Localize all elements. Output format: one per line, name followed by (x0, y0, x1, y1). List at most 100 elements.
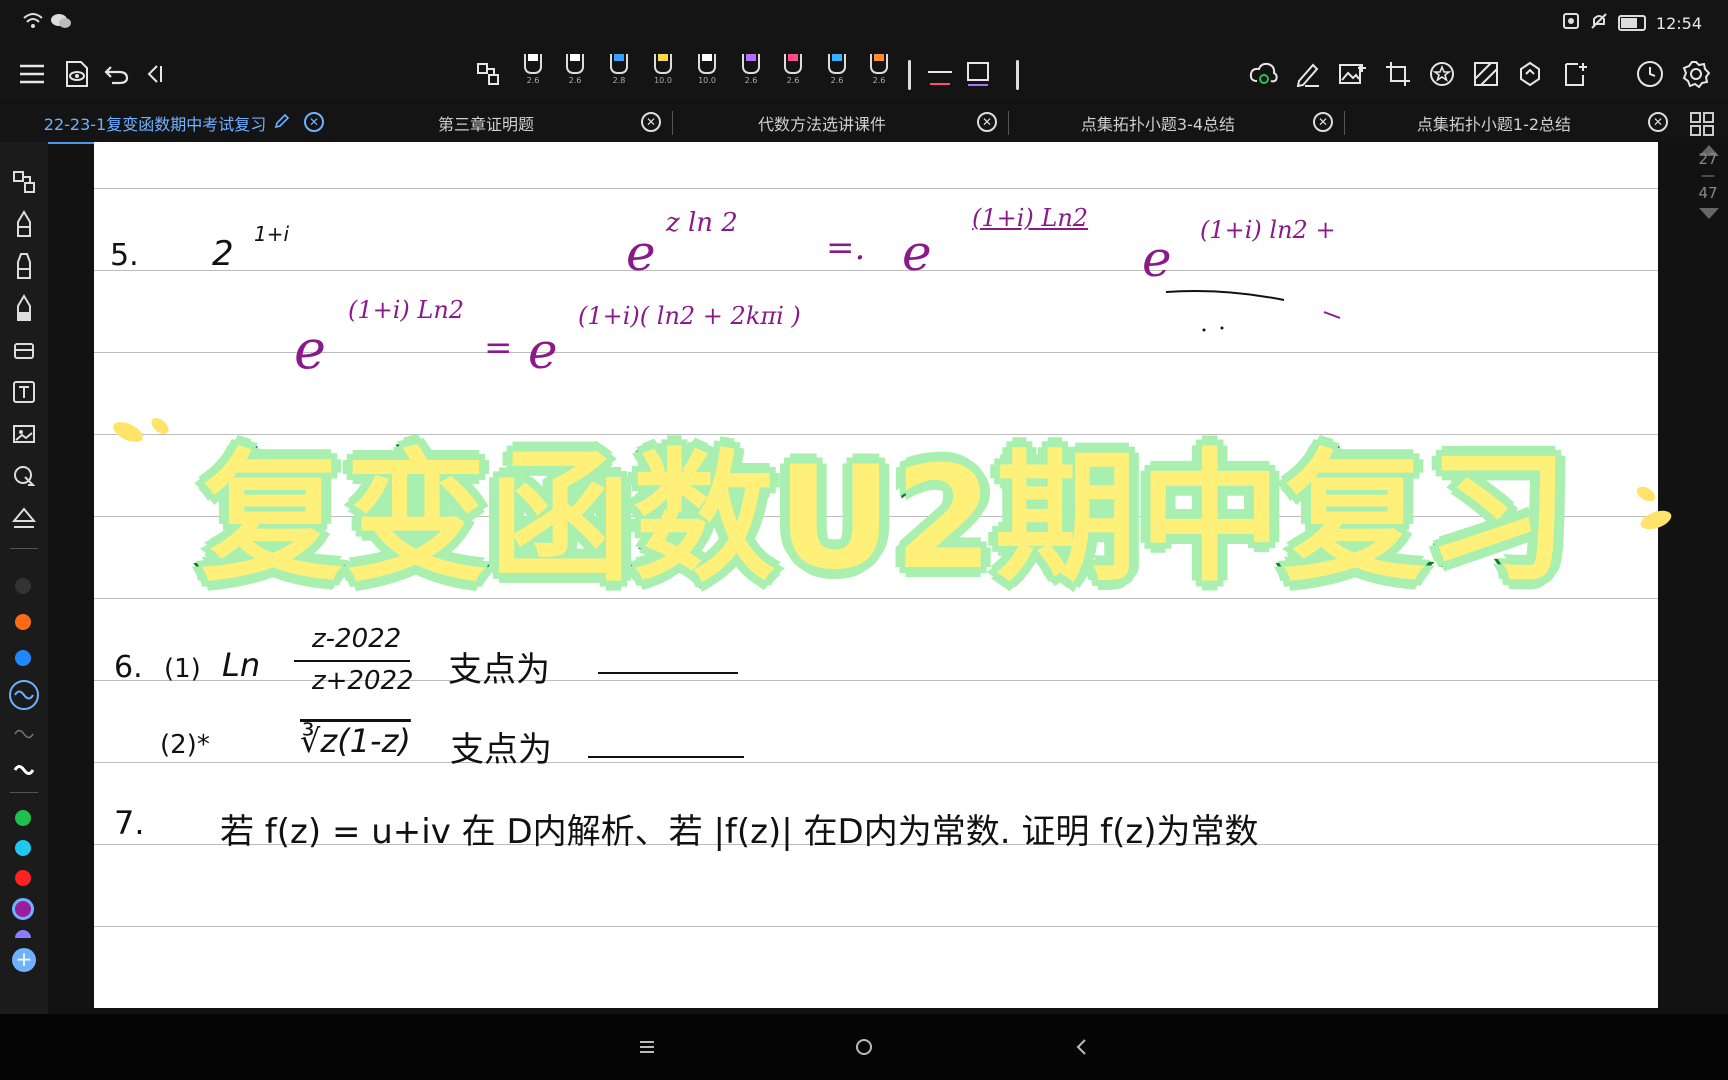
tab-2[interactable]: 第三章证明题 (336, 104, 636, 142)
add-page-icon[interactable] (1560, 58, 1592, 90)
color-swatch-red[interactable] (15, 870, 31, 886)
paper-background-icon[interactable] (1470, 58, 1502, 90)
rename-pencil-icon[interactable] (274, 113, 290, 133)
menu-icon[interactable] (16, 58, 48, 90)
pen-1[interactable]: 2.6 (518, 54, 548, 94)
lasso-select-icon[interactable] (472, 58, 504, 90)
tab-label: 点集拓扑小题3-4总结 (1080, 115, 1236, 134)
color-swatch-blue[interactable] (15, 650, 31, 666)
ruled-line (94, 270, 1658, 271)
add-color-icon[interactable]: + (12, 948, 36, 972)
stroke-thick-icon[interactable] (10, 756, 38, 784)
q6-branch-text-1: 支点为 (448, 650, 550, 690)
q6-cube-root: ∛z(1-z) (300, 722, 411, 760)
back-icon[interactable] (1066, 1032, 1096, 1062)
pen-2[interactable]: 2.6 (560, 54, 590, 94)
tab-active[interactable]: 22-23-1复变函数期中考试复习 (0, 104, 334, 144)
pen-6[interactable]: 2.6 (736, 54, 766, 94)
q6-number: 6. (114, 650, 143, 685)
cloud-sync-icon[interactable] (1248, 58, 1280, 90)
toolbar: 2.6 2.6 2.8 10.0 10.0 2.6 2.6 2.6 2.6 (0, 46, 1728, 100)
line1-equals: =. (826, 228, 866, 268)
tab-label: 点集拓扑小题1-2总结 (1416, 115, 1572, 134)
line2-e1-exponent: (1+i) Ln2 (348, 296, 465, 324)
q7-text: 若 f(z) = u+iv 在 D内解析、若 |f(z)| 在D内为常数. 证明… (220, 812, 1259, 852)
favorite-icon[interactable] (1426, 58, 1458, 90)
pen-3[interactable]: 2.8 (604, 54, 634, 94)
sidebar-divider (10, 548, 38, 549)
ruled-line (94, 352, 1658, 353)
q6-branch-text-2: 支点为 (450, 730, 552, 770)
q6-numerator: z-2022 (312, 624, 402, 654)
scribble-marks (1165, 290, 1341, 332)
shape-recognition-icon[interactable] (10, 504, 38, 532)
tab-4[interactable]: 点集拓扑小题3-4总结 (1008, 104, 1308, 142)
pen-9[interactable]: 2.6 (864, 54, 894, 94)
edit-icon[interactable] (1292, 58, 1324, 90)
insert-image-icon[interactable] (1336, 58, 1368, 90)
close-tab-icon[interactable]: ✕ (1648, 112, 1668, 132)
close-tab-icon[interactable]: ✕ (1313, 112, 1333, 132)
ruled-line (94, 762, 1658, 763)
current-page: 27 (1698, 150, 1718, 168)
collapse-icon[interactable] (138, 58, 170, 90)
select-tool-icon[interactable] (10, 168, 38, 196)
page-down-icon[interactable] (1698, 206, 1720, 225)
highlighter-tool-icon[interactable] (10, 294, 38, 322)
toolbar-divider (908, 60, 911, 90)
line-tool-icon[interactable] (924, 58, 956, 90)
q6-part2: (2)* (160, 730, 210, 760)
read-mode-icon[interactable] (60, 58, 92, 90)
battery-icon (1617, 15, 1646, 31)
status-bar: 12:54 (0, 0, 1728, 46)
color-swatch-dark-gray[interactable] (15, 578, 31, 594)
q5-base: 2 (212, 234, 234, 274)
close-tab-icon[interactable]: ✕ (641, 112, 661, 132)
fountain-pen-icon[interactable] (10, 210, 38, 238)
color-swatch-cyan[interactable] (15, 840, 31, 856)
pencil-tool-icon[interactable] (10, 252, 38, 280)
line1-e2: e (902, 224, 932, 282)
color-swatch-purple-selected[interactable] (12, 898, 34, 920)
eraser-tool-icon[interactable] (10, 336, 38, 364)
stroke-thin-icon[interactable] (10, 720, 38, 748)
undo-icon[interactable] (100, 58, 132, 90)
settings-gear-icon[interactable] (1680, 58, 1712, 90)
answer-blank-2 (588, 756, 744, 758)
line2-e2-exponent: (1+i)( ln2 + 2kπi ) (578, 302, 801, 330)
history-icon[interactable] (1634, 58, 1666, 90)
highlighter-2[interactable]: 10.0 (692, 54, 722, 94)
tab-overview-icon[interactable] (1686, 108, 1718, 140)
pen-7[interactable]: 2.6 (778, 54, 808, 94)
mute-icon (1590, 12, 1608, 34)
color-swatch-green[interactable] (15, 810, 31, 826)
shape-tool-icon[interactable] (962, 58, 994, 90)
home-icon[interactable] (849, 1032, 879, 1062)
wechat-icon (50, 12, 72, 34)
close-tab-icon[interactable]: ✕ (977, 112, 997, 132)
text-tool-icon[interactable] (10, 378, 38, 406)
laser-pointer-icon[interactable] (10, 462, 38, 490)
screenshot-icon (1562, 12, 1580, 34)
tab-3[interactable]: 代数方法选讲课件 (672, 104, 972, 142)
tab-5[interactable]: 点集拓扑小题1-2总结 (1344, 104, 1644, 142)
line2-e1: e (294, 318, 326, 381)
close-tab-icon[interactable]: ✕ (304, 112, 324, 132)
tab-label: 22-23-1复变函数期中考试复习 (43, 115, 267, 134)
color-swatch-violet[interactable] (15, 930, 31, 938)
recents-icon[interactable] (632, 1032, 662, 1062)
stroke-style-selected[interactable] (9, 680, 39, 710)
convert-icon[interactable] (1514, 58, 1546, 90)
highlighter-1[interactable]: 10.0 (648, 54, 678, 94)
line1-e1: e (626, 224, 656, 282)
ruled-line (94, 188, 1658, 189)
video-title-overlay: 复变函数U2期中复习 (196, 432, 1573, 606)
tab-label: 第三章证明题 (437, 115, 534, 134)
q5-number: 5. (110, 238, 139, 273)
line1-e2-exponent: (1+i) Ln2 (972, 204, 1089, 232)
crop-icon[interactable] (1382, 58, 1414, 90)
image-tool-icon[interactable] (10, 420, 38, 448)
pen-8[interactable]: 2.6 (822, 54, 852, 94)
toolbar-divider-2 (1016, 60, 1019, 90)
color-swatch-orange[interactable] (15, 614, 31, 630)
